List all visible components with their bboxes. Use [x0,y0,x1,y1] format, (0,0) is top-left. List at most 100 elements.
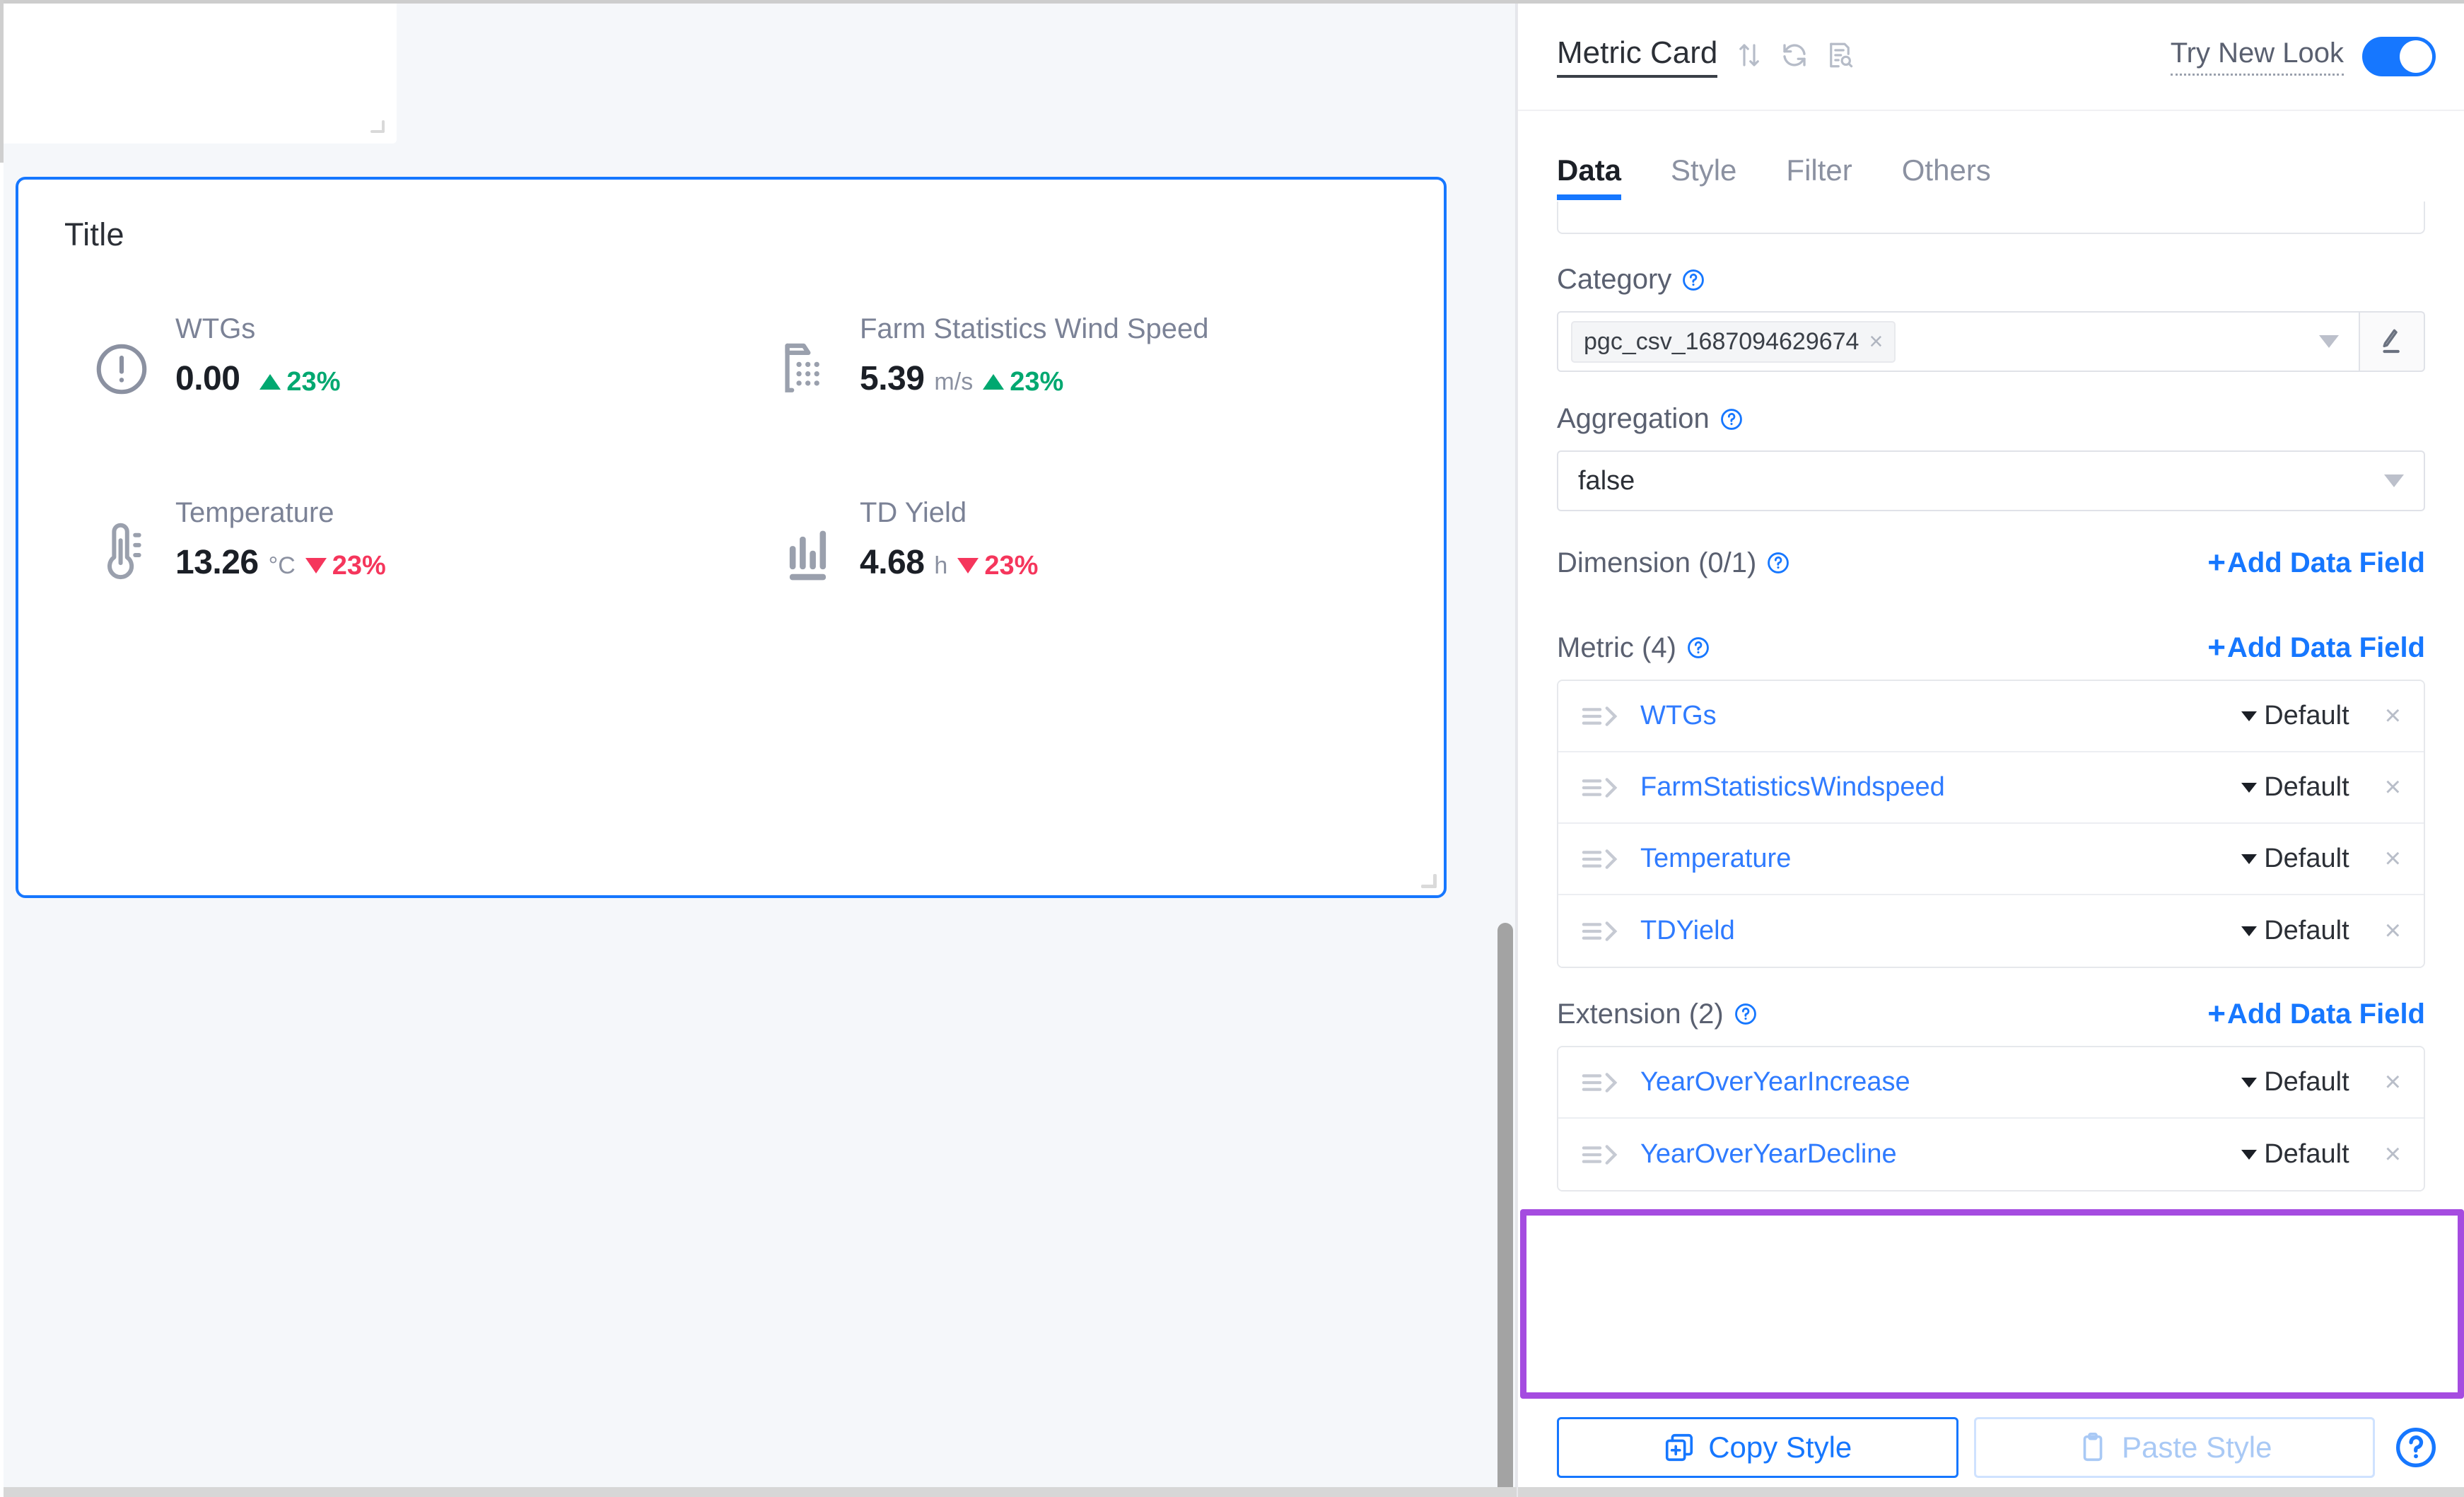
metric-item-wtgs[interactable]: WTGs 0.00 23% [18,307,731,491]
inspect-data-icon[interactable] [1825,40,1855,70]
field-aggregation-value: Default [2264,701,2349,730]
try-new-look-label[interactable]: Try New Look [2170,37,2344,76]
metric-delta-badge: 23% [259,367,340,397]
table-row[interactable]: Temperature Default × [1558,824,2424,895]
metric-body: TD Yield 4.68 h 23% [860,491,1038,582]
caret-down-icon [2241,711,2258,721]
field-remove-icon[interactable]: × [2385,771,2401,803]
caret-down-icon [2241,782,2258,793]
drag-handle-icon[interactable] [1581,775,1625,800]
canvas-scrollbar-track[interactable] [1497,4,1516,1497]
alert-circle-icon [89,337,154,402]
chart-type-selector[interactable]: Metric Card [1557,35,1718,78]
field-aggregation-select[interactable]: Default [2241,844,2349,874]
refresh-icon[interactable] [1780,40,1809,70]
field-aggregation-value: Default [2264,1067,2349,1097]
caret-down-icon [2241,926,2258,936]
table-row[interactable]: WTGs Default × [1558,681,2424,752]
help-circle-icon[interactable] [1734,1002,1758,1026]
panel-bottom-strip [1518,1487,2464,1497]
caret-down-icon [2241,1149,2258,1160]
field-remove-icon[interactable]: × [2385,843,2401,875]
metric-delta-badge: 23% [305,551,386,581]
dashboard-canvas[interactable]: Title WTGs 0.00 23% Farm Statistics Wind… [4,4,1517,1497]
panel-body[interactable]: Category pgc_csv_1687094629674 × Aggrega… [1518,202,2464,1398]
metric-item-farm-statistics-wind-speed[interactable]: Farm Statistics Wind Speed 5.39 m/s 23% [731,307,1444,491]
caret-down-icon [2241,1077,2258,1088]
help-circle-icon[interactable] [1719,407,1744,431]
triangle-up-icon [983,374,1005,390]
drag-handle-icon[interactable] [1581,1142,1625,1167]
metric-delta-value: 23% [984,550,1039,581]
field-aggregation-select[interactable]: Default [2241,916,2349,946]
sort-icon[interactable] [1734,40,1764,70]
tab-data[interactable]: Data [1557,153,1622,200]
tab-others[interactable]: Others [1902,153,1991,200]
drag-handle-icon[interactable] [1581,704,1625,729]
drag-handle-icon[interactable] [1581,846,1625,872]
category-chip-remove-icon[interactable]: × [1869,328,1883,356]
field-aggregation-value: Default [2264,1139,2349,1169]
field-name[interactable]: WTGs [1640,701,2226,731]
tab-style[interactable]: Style [1671,153,1736,200]
field-remove-icon[interactable]: × [2385,700,2401,732]
drag-handle-icon[interactable] [1581,919,1625,944]
panel-footer: Copy Style Paste Style [1518,1398,2464,1497]
field-name[interactable]: FarmStatisticsWindspeed [1640,772,2226,803]
help-circle-icon[interactable] [1686,636,1710,660]
metric-value-row: 4.68 h 23% [860,543,1038,582]
metric-unit: °C [268,552,296,579]
field-name[interactable]: YearOverYearDecline [1640,1139,2226,1170]
help-circle-icon[interactable] [1766,551,1790,575]
table-row[interactable]: TDYield Default × [1558,895,2424,967]
dimension-label-row: Dimension (0/1) [1557,547,1790,579]
canvas-bottom-strip [4,1487,1517,1497]
canvas-scrollbar-thumb[interactable] [1497,923,1513,1497]
table-row[interactable]: YearOverYearIncrease Default × [1558,1047,2424,1119]
panel-header: Metric Card Try New Look [1518,4,2464,110]
metric-item-td-yield[interactable]: TD Yield 4.68 h 23% [731,491,1444,675]
drag-handle-icon[interactable] [1581,1070,1625,1095]
metric-value-row: 5.39 m/s 23% [860,359,1209,398]
metric-add-data-field-button[interactable]: + Add Data Field [2207,630,2425,665]
metric-item-temperature[interactable]: Temperature 13.26 °C 23% [18,491,731,675]
toggle-knob [2400,40,2432,73]
category-select[interactable]: pgc_csv_1687094629674 × [1557,311,2360,372]
field-name[interactable]: Temperature [1640,844,2226,874]
widget-resize-handle[interactable] [1421,873,1437,888]
field-aggregation-select[interactable]: Default [2241,701,2349,731]
metric-add-label: Add Data Field [2226,631,2425,663]
field-remove-icon[interactable]: × [2385,915,2401,947]
field-remove-icon[interactable]: × [2385,1138,2401,1170]
table-row[interactable]: FarmStatisticsWindspeed Default × [1558,752,2424,824]
field-aggregation-select[interactable]: Default [2241,772,2349,803]
metric-field-list: WTGs Default × FarmStatisticsWindspeed D… [1557,680,2425,968]
copy-style-button[interactable]: Copy Style [1557,1417,1958,1478]
table-row[interactable]: YearOverYearDecline Default × [1558,1119,2424,1190]
help-circle-icon[interactable] [1681,268,1705,292]
aggregation-label: Aggregation [1557,403,1710,434]
extension-add-data-field-button[interactable]: + Add Data Field [2207,996,2425,1032]
help-circle-icon[interactable] [2393,1425,2439,1470]
field-name[interactable]: YearOverYearIncrease [1640,1067,2226,1097]
field-name[interactable]: TDYield [1640,916,2226,946]
field-aggregation-select[interactable]: Default [2241,1067,2349,1097]
metric-card-widget[interactable]: Title WTGs 0.00 23% Farm Statistics Wind… [16,177,1447,898]
extension-label: Extension (2) [1557,998,1724,1030]
metric-body: WTGs 0.00 23% [175,307,340,398]
scrolled-off-field-box[interactable] [1557,202,2425,234]
try-new-look-toggle[interactable] [2362,37,2436,76]
metric-body: Temperature 13.26 °C 23% [175,491,386,582]
field-aggregation-select[interactable]: Default [2241,1139,2349,1170]
category-chip[interactable]: pgc_csv_1687094629674 × [1571,320,1896,363]
copy-style-label: Copy Style [1708,1431,1852,1464]
adjacent-widget-card[interactable] [4,4,397,144]
dimension-add-data-field-button[interactable]: + Add Data Field [2207,545,2425,581]
field-remove-icon[interactable]: × [2385,1066,2401,1098]
aggregation-select[interactable]: false [1557,450,2425,511]
tab-filter[interactable]: Filter [1786,153,1852,200]
adjacent-widget-resize-handle[interactable] [370,119,385,133]
dimension-label: Dimension (0/1) [1557,547,1757,578]
category-edit-button[interactable] [2360,311,2425,372]
widget-title: Title [64,216,124,252]
